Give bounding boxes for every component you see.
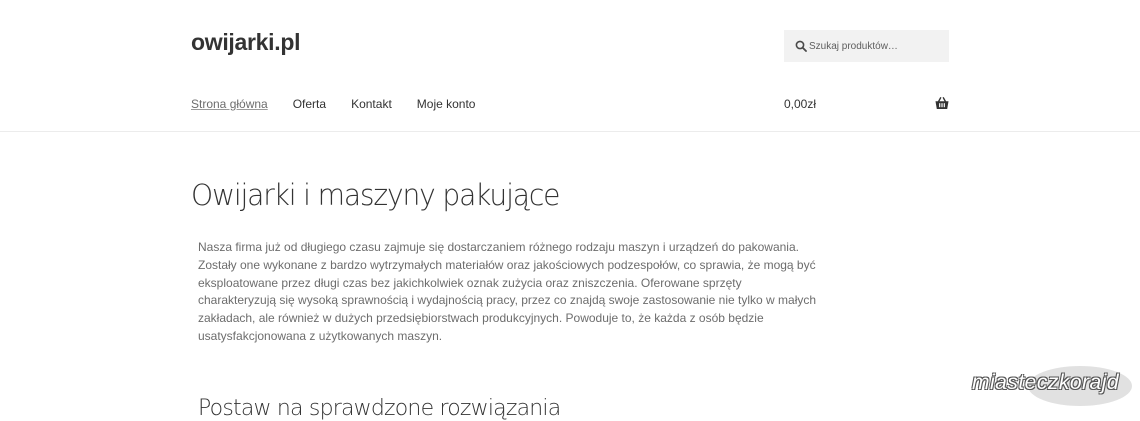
site-title-link[interactable]: owijarki.pl [191,29,300,56]
primary-navigation: Strona główna Oferta Kontakt Moje konto [191,96,500,112]
cart-total[interactable]: 0,00zł [784,96,816,112]
section-heading: Postaw na sprawdzone rozwiązania [198,396,561,421]
search-box[interactable] [784,30,949,62]
intro-paragraph: Nasza firma już od długiego czasu zajmuj… [198,240,817,343]
search-input[interactable] [809,30,945,62]
watermark-text: miasteczkorajd [972,371,1120,394]
search-icon [795,40,807,52]
page-title: Owijarki i maszyny pakujące [191,178,560,212]
nav-item-my-account[interactable]: Moje konto [417,96,476,112]
basket-icon[interactable] [935,97,949,110]
nav-item-contact[interactable]: Kontakt [351,96,392,112]
site-header: owijarki.pl Strona główna Oferta Kontakt… [0,0,1140,132]
nav-item-home[interactable]: Strona główna [191,96,268,112]
nav-item-offer[interactable]: Oferta [293,96,326,112]
